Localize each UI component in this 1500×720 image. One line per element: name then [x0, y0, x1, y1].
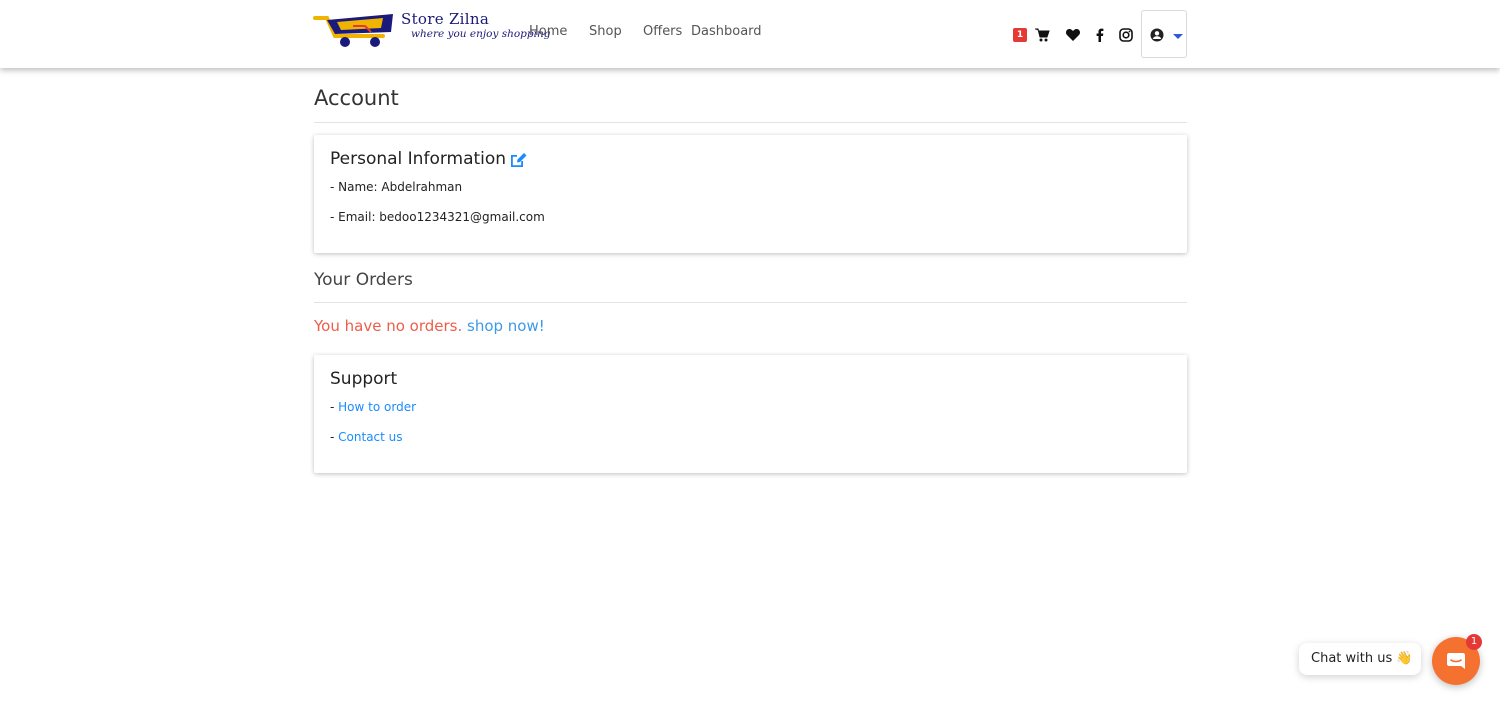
nav-link-offers[interactable]: Offers: [643, 24, 682, 39]
store-logo[interactable]: Store Zilna where you enjoy shopping: [313, 6, 550, 50]
divider: [314, 122, 1187, 123]
chat-label: Chat with us: [1311, 651, 1393, 666]
user-menu-toggle[interactable]: [1141, 10, 1187, 58]
chat-icon: [1447, 653, 1465, 669]
how-to-order-link[interactable]: How to order: [338, 400, 416, 414]
contact-us-link[interactable]: Contact us: [338, 430, 402, 444]
nav-link-dashboard[interactable]: Dashboard: [691, 24, 762, 39]
top-navbar: Store Zilna where you enjoy shopping Hom…: [0, 0, 1500, 68]
personal-info-title: Personal Information: [330, 149, 507, 169]
chat-prompt-bubble[interactable]: Chat with us 👋: [1299, 643, 1421, 675]
no-orders-message: You have no orders. shop now!: [314, 317, 545, 335]
support-item: - Contact us: [330, 430, 403, 444]
divider: [314, 302, 1187, 303]
orders-title: Your Orders: [314, 270, 413, 290]
wave-icon: 👋: [1396, 651, 1413, 666]
nav-link-shop[interactable]: Shop: [589, 24, 622, 39]
support-card: Support - How to order - Contact us: [314, 355, 1187, 473]
page-title: Account: [314, 86, 399, 110]
no-orders-text: You have no orders.: [314, 317, 463, 335]
chat-unread-badge: 1: [1466, 634, 1482, 650]
cart-icon[interactable]: [1034, 27, 1050, 43]
support-prefix: -: [330, 430, 339, 444]
shop-now-link[interactable]: shop now!: [467, 317, 545, 335]
support-item: - How to order: [330, 400, 416, 414]
facebook-icon[interactable]: [1092, 27, 1108, 43]
nav-link-home[interactable]: Home: [529, 24, 567, 39]
edit-icon[interactable]: [508, 151, 528, 169]
caret-down-icon: [1173, 34, 1183, 39]
logo-wordmark: Store Zilna: [401, 10, 490, 28]
personal-info-card: Personal Information - Name: Abdelrahman…: [314, 135, 1187, 253]
support-prefix: -: [330, 400, 339, 414]
support-title: Support: [330, 369, 398, 389]
user-circle-icon: [1150, 27, 1164, 42]
email-field: - Email: bedoo1234321@gmail.com: [330, 210, 545, 224]
heart-icon[interactable]: [1065, 27, 1081, 43]
cart-count-badge: 1: [1013, 28, 1027, 42]
name-field: - Name: Abdelrahman: [330, 180, 463, 194]
instagram-icon[interactable]: [1118, 27, 1134, 43]
